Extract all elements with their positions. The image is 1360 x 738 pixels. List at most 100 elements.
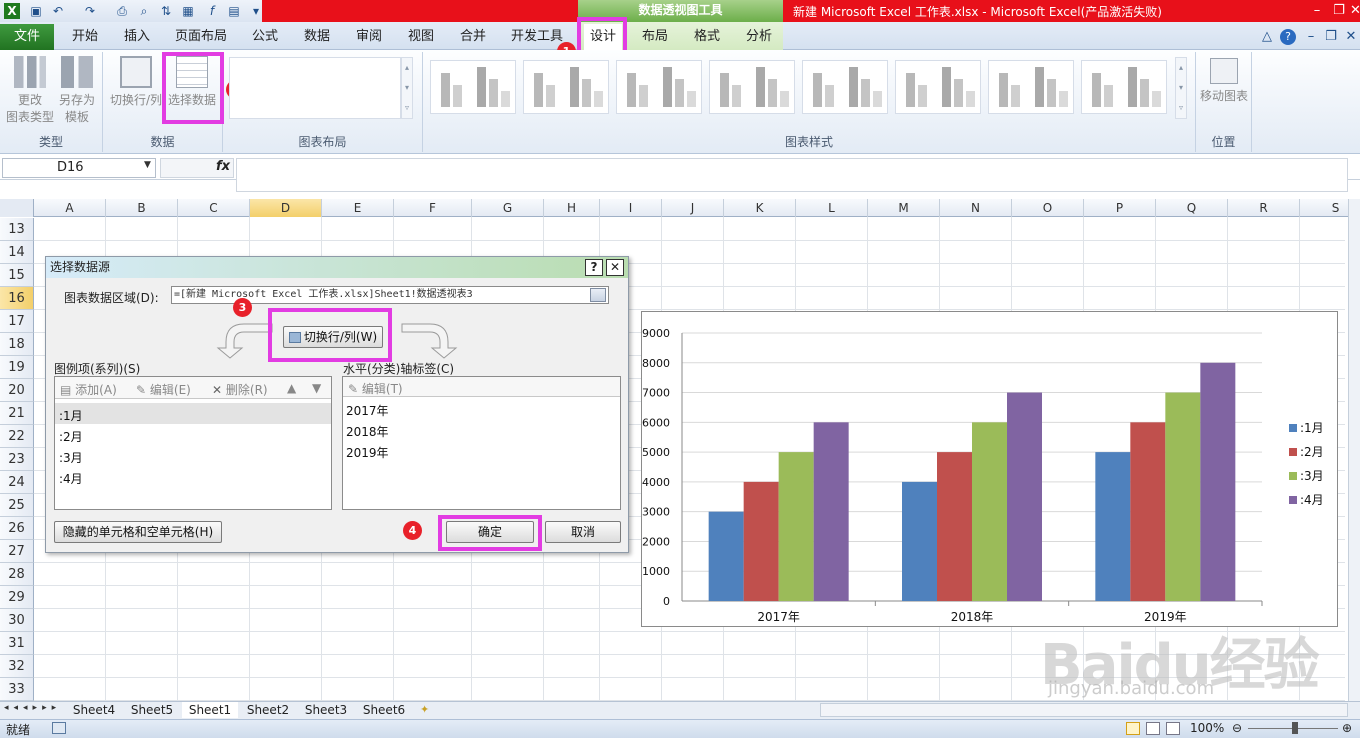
switch-row-column-ribbon-button[interactable]: 切换行/列	[108, 56, 164, 109]
sheet-tab-sheet1[interactable]: Sheet1	[182, 702, 238, 718]
column-header-i[interactable]: I	[600, 199, 662, 217]
edit-series-button[interactable]: ✎ 编辑(E)	[136, 381, 191, 398]
tab-data[interactable]: 数据	[296, 24, 338, 50]
formula-input[interactable]	[236, 158, 1348, 192]
column-header-f[interactable]: F	[394, 199, 472, 217]
row-header-22[interactable]: 22	[0, 425, 34, 448]
macro-record-icon[interactable]	[52, 722, 66, 734]
hidden-empty-cells-button[interactable]: 隐藏的单元格和空单元格(H)	[54, 521, 222, 543]
column-header-o[interactable]: O	[1012, 199, 1084, 217]
close-icon[interactable]: ✕	[1350, 2, 1360, 20]
row-header-15[interactable]: 15	[0, 264, 34, 287]
row-header-20[interactable]: 20	[0, 379, 34, 402]
sort-icon[interactable]: ⇅	[158, 3, 174, 19]
insert-sheet-icon[interactable]: ✦	[420, 703, 429, 716]
column-header-r[interactable]: R	[1228, 199, 1300, 217]
help-icon[interactable]: ?	[1280, 29, 1296, 45]
tab-home[interactable]: 开始	[64, 24, 106, 50]
pivot-chart[interactable]: 0 1000 2000 3000 4000 5000 6000 7000 8000 9000 201…	[641, 311, 1338, 627]
function-icon[interactable]: f	[204, 3, 220, 19]
column-header-d[interactable]: D	[250, 199, 322, 217]
restore-icon[interactable]: ❐	[1328, 2, 1350, 20]
normal-view-icon[interactable]	[1126, 722, 1140, 735]
styles-gallery-scroll[interactable]: ▴ ▾ ▿	[1175, 57, 1187, 119]
dialog-close-icon[interactable]: ✕	[606, 259, 624, 276]
layout-gallery-scroll[interactable]: ▴ ▾ ▿	[401, 57, 413, 119]
dialog-help-icon[interactable]: ?	[585, 259, 603, 276]
tab-formulas[interactable]: 公式	[244, 24, 286, 50]
chart-style-thumb[interactable]	[430, 60, 516, 114]
row-header-27[interactable]: 27	[0, 540, 34, 563]
page-break-view-icon[interactable]	[1166, 722, 1180, 735]
row-header-33[interactable]: 33	[0, 678, 34, 701]
doc-close-icon[interactable]: ✕	[1344, 24, 1358, 50]
zoom-slider-thumb[interactable]	[1292, 722, 1298, 734]
column-header-e[interactable]: E	[322, 199, 394, 217]
row-header-19[interactable]: 19	[0, 356, 34, 379]
fx-icon[interactable]: fx	[216, 159, 230, 174]
row-header-25[interactable]: 25	[0, 494, 34, 517]
row-header-24[interactable]: 24	[0, 471, 34, 494]
page-layout-view-icon[interactable]	[1146, 722, 1160, 735]
tab-merge[interactable]: 合并	[452, 24, 494, 50]
chart-layout-gallery[interactable]	[229, 57, 401, 119]
change-chart-type-button[interactable]: 更改 图表类型	[4, 56, 56, 126]
sheet-nav-arrows[interactable]: ◂◂◂▸▸▸	[4, 703, 61, 713]
save-icon[interactable]: ▣	[28, 3, 44, 19]
tab-layout[interactable]: 布局	[636, 24, 674, 50]
undo-icon[interactable]: ↶	[50, 3, 66, 19]
sheet-tab-sheet4[interactable]: Sheet4	[66, 702, 122, 718]
print-preview-icon[interactable]: ⌕	[136, 3, 152, 19]
save-as-template-button[interactable]: 另存为 模板	[54, 56, 100, 126]
sheet-tab-sheet2[interactable]: Sheet2	[240, 702, 296, 718]
zoom-in-icon[interactable]: ⊕	[1342, 721, 1352, 735]
chart-style-thumb[interactable]	[988, 60, 1074, 114]
row-header-17[interactable]: 17	[0, 310, 34, 333]
row-header-26[interactable]: 26	[0, 517, 34, 540]
column-header-a[interactable]: A	[34, 199, 106, 217]
tab-file[interactable]: 文件	[0, 24, 54, 50]
axis-label-item[interactable]: 2017年	[346, 402, 389, 419]
series-item[interactable]: :3月	[59, 449, 83, 466]
move-chart-button[interactable]: 移动图表	[1198, 58, 1250, 105]
chart-style-thumb[interactable]	[709, 60, 795, 114]
tab-analyze[interactable]: 分析	[740, 24, 778, 50]
row-header-13[interactable]: 13	[0, 218, 34, 241]
row-header-21[interactable]: 21	[0, 402, 34, 425]
row-header-32[interactable]: 32	[0, 655, 34, 678]
row-header-16[interactable]: 16	[0, 287, 34, 310]
sheet-tab-sheet6[interactable]: Sheet6	[356, 702, 412, 718]
cancel-button[interactable]: 取消	[545, 521, 621, 543]
redo-icon[interactable]: ↷	[82, 3, 98, 19]
chart-style-thumb[interactable]	[523, 60, 609, 114]
row-header-31[interactable]: 31	[0, 632, 34, 655]
name-box-dropdown-icon[interactable]: ▼	[144, 160, 151, 170]
tab-insert[interactable]: 插入	[116, 24, 158, 50]
column-header-q[interactable]: Q	[1156, 199, 1228, 217]
edit-axis-button[interactable]: ✎ 编辑(T)	[348, 380, 403, 397]
chart-style-thumb[interactable]	[1081, 60, 1167, 114]
axis-label-item[interactable]: 2019年	[346, 444, 389, 461]
move-down-icon[interactable]: ▼	[312, 381, 321, 395]
row-header-18[interactable]: 18	[0, 333, 34, 356]
chart-style-thumb[interactable]	[802, 60, 888, 114]
row-header-28[interactable]: 28	[0, 563, 34, 586]
select-all-corner[interactable]	[0, 199, 34, 217]
form-icon[interactable]: ▤	[226, 3, 242, 19]
horizontal-scrollbar[interactable]	[820, 703, 1348, 717]
column-header-b[interactable]: B	[106, 199, 178, 217]
column-header-l[interactable]: L	[796, 199, 868, 217]
collapse-ribbon-icon[interactable]: △	[1260, 24, 1274, 50]
tab-review[interactable]: 审阅	[348, 24, 390, 50]
tab-view[interactable]: 视图	[400, 24, 442, 50]
column-header-n[interactable]: N	[940, 199, 1012, 217]
doc-minimize-icon[interactable]: –	[1304, 24, 1318, 50]
column-header-m[interactable]: M	[868, 199, 940, 217]
row-header-14[interactable]: 14	[0, 241, 34, 264]
row-header-30[interactable]: 30	[0, 609, 34, 632]
delete-series-button[interactable]: ✕ 删除(R)	[212, 381, 268, 398]
calculator-icon[interactable]: ▦	[180, 3, 196, 19]
add-series-button[interactable]: ▤ 添加(A)	[60, 381, 117, 398]
zoom-level[interactable]: 100%	[1190, 721, 1224, 735]
tab-page-layout[interactable]: 页面布局	[170, 24, 232, 50]
